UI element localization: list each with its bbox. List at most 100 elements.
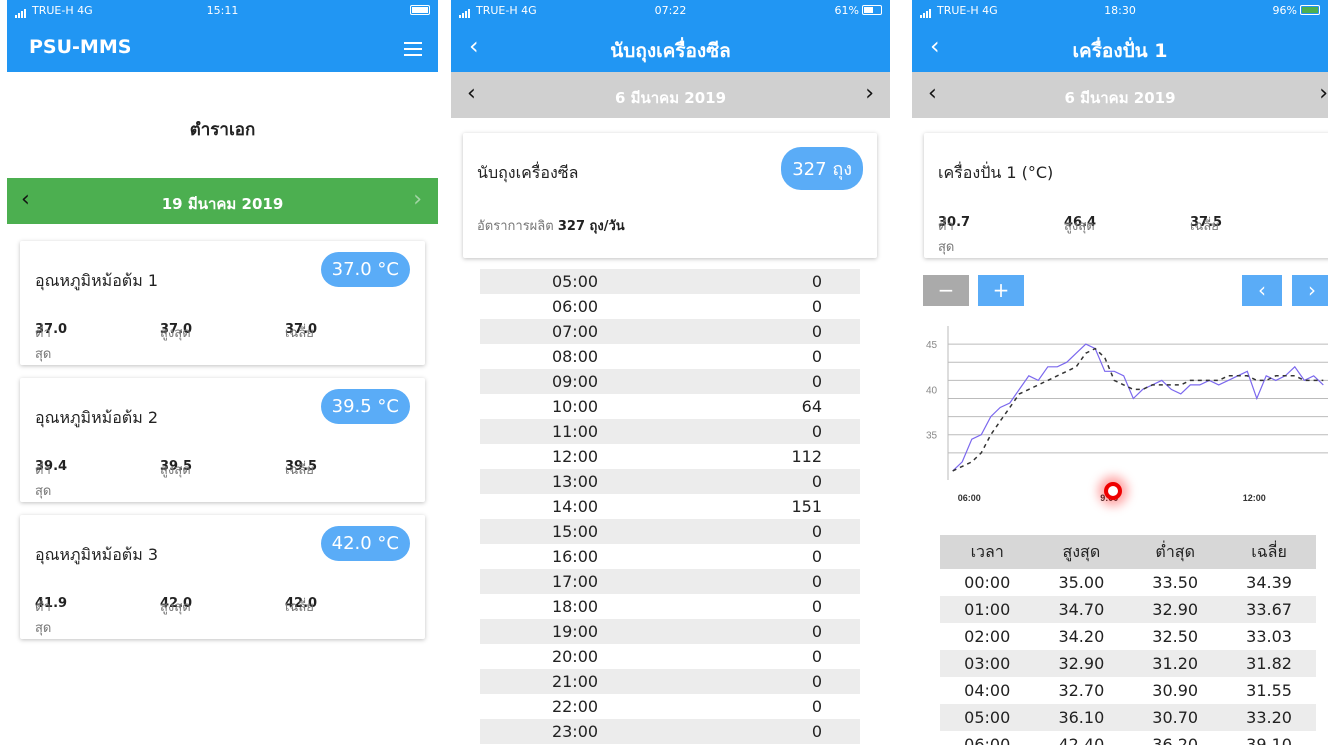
sensor-value-badge: 37.0 °C [320,252,410,287]
hourly-row: 22:00 0 [480,694,860,719]
zoom-in-button[interactable]: + [978,275,1024,306]
battery-icon [862,5,882,15]
hourly-row: 10:00 64 [480,394,860,419]
hourly-row: 21:00 0 [480,669,860,694]
card-title: เครื่องปั่น 1 (°C) [938,163,1054,182]
hour-cell: 15:00 [480,519,670,544]
sensor-card-2[interactable]: อุณหภูมิหม้อต้ม 2 39.5 °C ต่ำสุด 39.4 สู… [20,378,425,502]
table-cell: 31.20 [1128,650,1223,677]
summary-card: เครื่องปั่น 1 (°C) ต่ำสุด 30.7 สูงสุด 46… [924,133,1328,258]
count-cell: 64 [801,397,822,416]
card-title: นับถุงเครื่องซีล [477,163,579,182]
table-cell: 31.55 [1246,681,1292,700]
status-bar: TRUE-H 4G 07:22 61% [451,0,890,20]
hourly-row: 08:00 0 [480,344,860,369]
hourly-row: 18:00 0 [480,594,860,619]
table-cell: 05:00 [940,704,1035,731]
hour-cell: 22:00 [551,697,599,716]
max-label: สูงสุด [1064,219,1095,234]
battery-percent: 96% [1272,4,1297,17]
column-header[interactable]: เฉลี่ย [1222,535,1316,569]
table-row: 02:00 34.20 32.50 33.03 [940,623,1316,650]
status-time: 07:22 [654,4,687,17]
table-cell: 04:00 [964,681,1011,700]
hourly-row: 09:00 0 [480,369,860,394]
count-cell: 0 [670,319,860,344]
table-cell: 01:00 [940,596,1035,623]
hamburger-menu-icon[interactable] [404,42,422,60]
max-label: สูงสุด [160,326,191,341]
table-cell: 32.50 [1152,627,1199,646]
table-row: 06:00 42.40 36.20 39.10 [940,731,1316,745]
column-header[interactable]: สูงสุด [1034,535,1129,569]
hour-cell: 09:00 [480,369,670,394]
hourly-row: 06:00 0 [480,294,860,319]
table-row: 04:00 32.70 30.90 31.55 [940,677,1316,704]
min-label: ต่ำสุด [35,463,52,499]
y-tick-label: 45 [926,340,938,351]
count-cell: 0 [670,719,860,744]
battery-icon [410,5,430,15]
next-date-button[interactable]: › [413,187,422,212]
count-cell: 0 [811,347,822,366]
next-date-button[interactable]: › [1319,81,1328,106]
table-cell: 39.10 [1246,735,1292,745]
count-cell: 112 [791,447,822,466]
hour-cell: 20:00 [551,647,599,666]
battery-percent: 61% [834,4,859,17]
screen-bag-counter: TRUE-H 4G 07:22 61% ‹ นับถุงเครื่องซีล ‹… [451,0,890,745]
count-cell: 0 [811,597,822,616]
screen-title: นับถุงเครื่องซีล [610,40,731,62]
column-header[interactable]: ต่ำสุด [1128,535,1223,569]
zoom-out-button[interactable]: − [923,275,969,306]
avg-label: เฉลี่ย [285,463,314,478]
hourly-temperature-table: เวลา สูงสุด ต่ำสุด เฉลี่ย 00:00 35.00 33.50 34… [940,535,1316,745]
sensor-value-badge: 42.0 °C [320,526,410,561]
table-cell: 06:00 [964,735,1011,745]
count-cell: 0 [670,669,860,694]
max-label: สูงสุด [160,600,191,615]
sensor-card-1[interactable]: อุณหภูมิหม้อต้ม 1 37.0 °C ต่ำสุด 37.0 สู… [20,241,425,365]
date-navigator: ‹ 6 มีนาคม 2019 › [912,72,1328,118]
count-cell: 0 [670,569,860,594]
x-tick-label: 12:00 [1243,493,1266,503]
avg-label: เฉลี่ย [1190,219,1219,234]
count-cell: 0 [670,419,860,444]
count-cell: 0 [670,519,860,544]
hour-cell: 23:00 [480,719,670,744]
app-bar: ‹ เครื่องปั่น 1 [912,20,1328,72]
table-cell: 42.40 [1058,735,1105,745]
chart-next-button[interactable]: › [1292,275,1328,306]
hour-cell: 13:00 [480,469,670,494]
next-date-button[interactable]: › [865,81,874,106]
min-label: ต่ำสุด [35,600,52,636]
table-cell: 34.20 [1058,627,1105,646]
table-cell: 34.39 [1246,573,1292,592]
table-cell: 00:00 [964,573,1011,592]
hour-cell: 11:00 [480,419,670,444]
summary-card: นับถุงเครื่องซีล 327 ถุง อัตราการผลิต 32… [463,133,877,258]
table-row: 01:00 34.70 32.90 33.67 [940,596,1316,623]
hour-cell: 10:00 [551,397,599,416]
table-cell: 30.90 [1152,681,1199,700]
sensor-name: อุณหภูมิหม้อต้ม 2 [35,408,158,427]
status-bar: TRUE-H 4G 15:11 [7,0,438,20]
total-badge: 327 ถุง [781,147,863,190]
chart-prev-button[interactable]: ‹ [1242,275,1282,306]
count-cell: 0 [670,619,860,644]
hour-cell: 08:00 [551,347,599,366]
sensor-name: อุณหภูมิหม้อต้ม 1 [35,271,158,290]
table-cell: 02:00 [964,627,1011,646]
column-header[interactable]: เวลา [940,535,1035,569]
count-cell: 0 [811,647,822,666]
temperature-series-line [952,343,1324,472]
hour-cell: 14:00 [551,497,599,516]
battery-icon [1300,5,1320,15]
sensor-card-3[interactable]: อุณหภูมิหม้อต้ม 3 42.0 °C ต่ำสุด 41.9 สู… [20,515,425,639]
table-cell: 34.70 [1034,596,1129,623]
table-cell: 30.70 [1128,704,1223,731]
app-brand: PSU-MMS [29,36,132,58]
hour-cell: 12:00 [551,447,599,466]
hourly-row: 14:00 151 [480,494,860,519]
status-bar: TRUE-H 4G 18:30 96% [912,0,1328,20]
